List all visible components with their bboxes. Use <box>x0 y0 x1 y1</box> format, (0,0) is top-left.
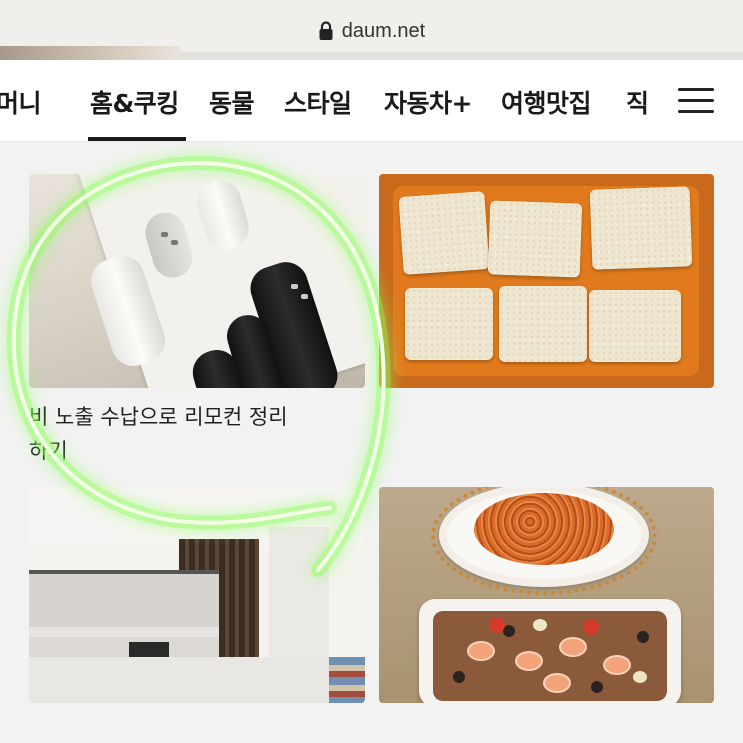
shrimp <box>467 641 495 661</box>
cherry-tomato <box>489 617 505 633</box>
tab-style[interactable]: 스타일 <box>284 84 352 120</box>
category-nav: 머니 홈&쿠킹 동물 스타일 자동차+ 여행맛집 직 <box>0 60 743 142</box>
remote-button <box>161 232 168 237</box>
bookshelf <box>329 657 365 703</box>
tofu-piece <box>499 286 587 362</box>
shrimp <box>543 673 571 693</box>
olive <box>637 631 649 643</box>
tofu-piece <box>487 200 583 278</box>
shrimp <box>559 637 587 657</box>
spaghetti <box>474 493 614 565</box>
background-image-strip <box>0 46 180 60</box>
browser-url-bar[interactable]: daum.net <box>0 0 743 60</box>
baking-dish <box>419 599 681 703</box>
fried-tofu-photo[interactable] <box>379 174 714 388</box>
seafood-dish <box>433 611 667 701</box>
tab-cars[interactable]: 자동차+ <box>384 84 472 120</box>
olive <box>503 625 515 637</box>
active-tab-indicator <box>88 137 186 141</box>
card-caption[interactable]: 비 노출 수납으로 리모컨 정리 하기 <box>29 400 365 468</box>
tab-partial[interactable]: 직 <box>626 84 649 120</box>
garlic <box>633 671 647 683</box>
garlic <box>533 619 547 631</box>
remote-button <box>171 240 178 245</box>
background-divider <box>180 52 743 60</box>
baking-tray <box>393 186 699 376</box>
olive <box>591 681 603 693</box>
doorway <box>269 527 329 667</box>
remote-button <box>301 294 308 299</box>
wall-shelf <box>29 570 219 574</box>
remote-controls-photo[interactable] <box>29 174 365 388</box>
kitchen-interior-photo[interactable] <box>29 487 365 703</box>
hamburger-menu-icon[interactable] <box>674 82 718 120</box>
kitchen-wall <box>29 572 219 627</box>
olive <box>453 671 465 683</box>
category-tabs: 머니 홈&쿠킹 동물 스타일 자동차+ 여행맛집 직 <box>0 60 668 142</box>
shrimp <box>515 651 543 671</box>
tofu-piece <box>405 288 493 360</box>
remote-button <box>291 284 298 289</box>
lock-icon <box>319 21 333 40</box>
cherry-tomato <box>583 619 599 635</box>
shrimp <box>603 655 631 675</box>
tofu-piece <box>589 290 681 362</box>
tab-home-cooking[interactable]: 홈&쿠킹 <box>90 84 179 120</box>
tab-animals[interactable]: 동물 <box>209 84 255 120</box>
tab-travel-food[interactable]: 여행맛집 <box>501 84 592 120</box>
seafood-pasta-photo[interactable] <box>379 487 714 703</box>
tofu-piece <box>398 191 490 275</box>
countertop <box>29 627 219 637</box>
kitchen-island <box>29 657 365 703</box>
tofu-piece <box>589 186 693 270</box>
url-display[interactable]: daum.net <box>0 14 743 48</box>
url-text: daum.net <box>341 19 426 42</box>
tab-money[interactable]: 머니 <box>0 84 42 120</box>
